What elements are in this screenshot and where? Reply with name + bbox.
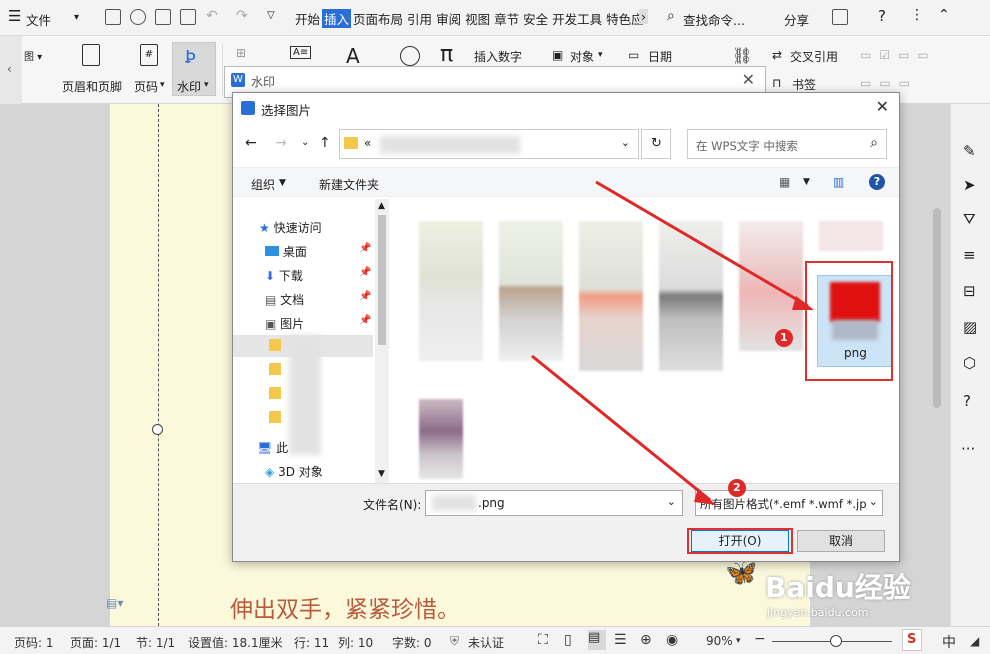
annotation-number-2: 2 [733, 481, 741, 494]
eye-protection-icon[interactable]: ◉ [666, 632, 678, 648]
arrowhead-2 [694, 488, 716, 505]
status-row[interactable]: 行: 11 [294, 634, 329, 651]
outline-view-icon[interactable]: ☰ [614, 632, 627, 648]
zoom-out-icon[interactable]: − [754, 631, 766, 647]
zoom-chevron-icon[interactable]: ▾ [736, 636, 741, 646]
ime-extra-icon[interactable]: ◢ [970, 634, 979, 648]
sogou-ime-icon[interactable]: S [902, 629, 922, 651]
arrow-line-1 [595, 180, 809, 308]
status-zoom[interactable]: 90% [706, 634, 733, 648]
annotation-number-1: 1 [780, 331, 788, 344]
status-col[interactable]: 列: 10 [338, 634, 373, 651]
status-section[interactable]: 节: 1/1 [136, 634, 175, 651]
status-bar: 页码: 1 页面: 1/1 节: 1/1 设置值: 18.1厘米 行: 11 列… [0, 626, 990, 654]
cert-shield-icon: ⛨ [450, 634, 460, 648]
ime-mode[interactable]: 中 [942, 632, 956, 652]
zoom-slider-thumb[interactable] [830, 635, 842, 647]
status-pages[interactable]: 页面: 1/1 [70, 634, 121, 651]
page-view-icon[interactable]: ▤ [588, 630, 606, 650]
read-mode-icon[interactable]: ▯ [564, 632, 572, 648]
web-view-icon[interactable]: ⊕ [640, 632, 652, 648]
status-setting[interactable]: 设置值: 18.1厘米 [188, 634, 283, 651]
annotation-arrows [531, 180, 814, 505]
arrow-line-2 [531, 354, 711, 502]
status-page-code[interactable]: 页码: 1 [14, 634, 54, 651]
status-cert[interactable]: 未认证 [468, 634, 504, 651]
status-word-count[interactable]: 字数: 0 [392, 634, 432, 651]
fullscreen-icon[interactable]: ⛶ [538, 632, 548, 648]
